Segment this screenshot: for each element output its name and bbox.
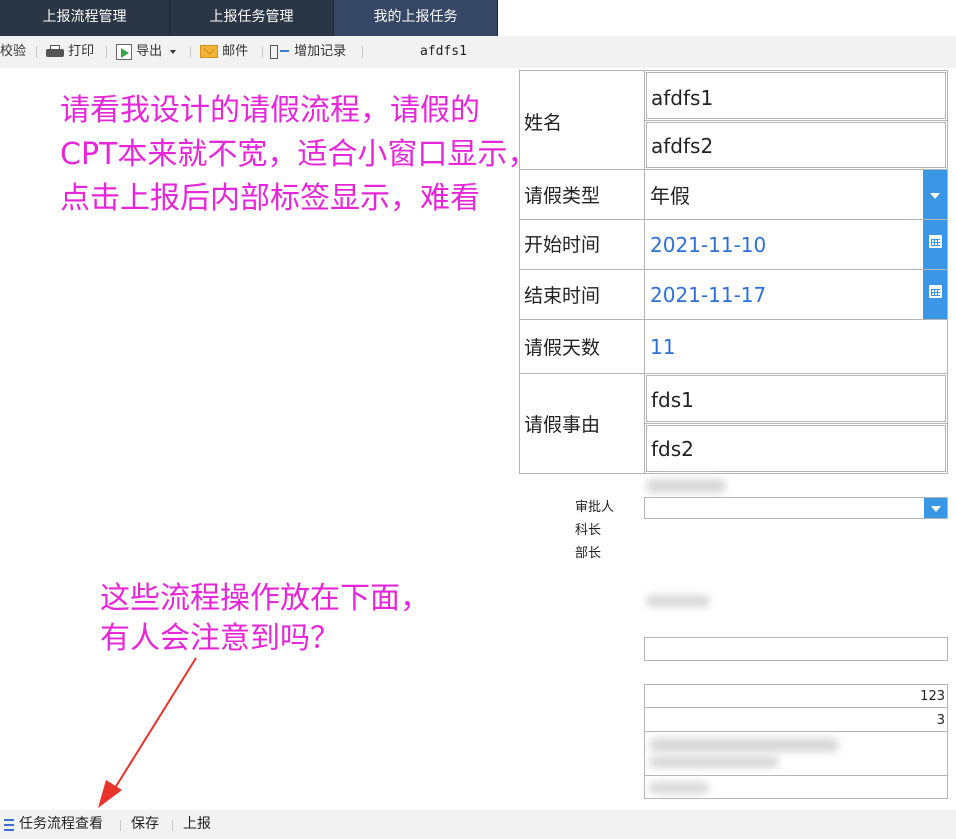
view-task-flow-label: 任务流程查看 [19,816,103,832]
bottom-action-bar: 任务流程查看 保存 上报 [0,810,956,839]
report-button[interactable]: 上报 [183,810,211,839]
bottombar-divider [120,820,121,831]
save-button[interactable]: 保存 [131,810,159,839]
list-icon [0,819,14,831]
red-arrow-annotation [98,657,197,808]
bottombar-divider [172,820,173,831]
view-task-flow-button[interactable]: 任务流程查看 [0,810,103,839]
